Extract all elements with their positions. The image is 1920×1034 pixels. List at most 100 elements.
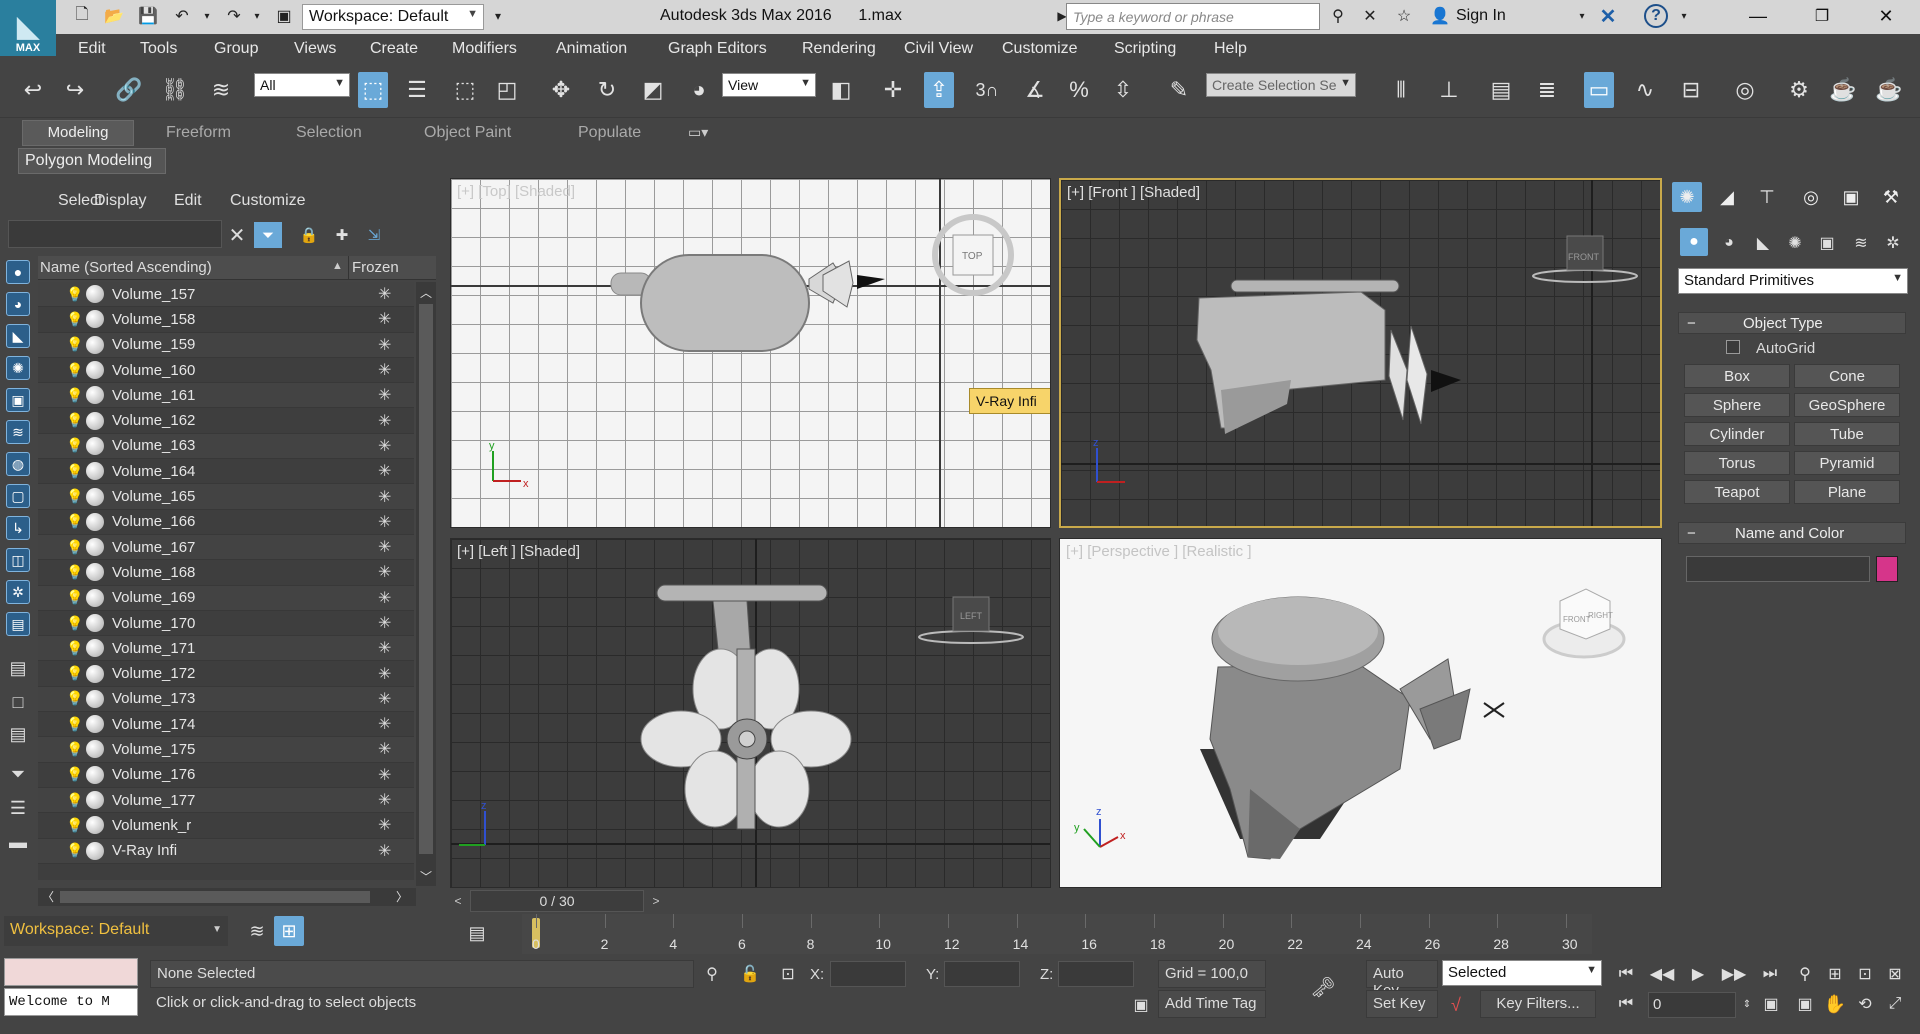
invert-display-icon[interactable]: □ — [6, 690, 30, 714]
frozen-snowflake-icon[interactable]: ✳ — [378, 739, 391, 759]
list-item[interactable]: 💡 Volume_159 ✳ — [38, 332, 414, 358]
frozen-snowflake-icon[interactable]: ✳ — [378, 284, 391, 304]
shapes-category-icon[interactable]: ◕ — [1716, 230, 1742, 256]
display-bones-icon[interactable]: ◫ — [6, 548, 30, 572]
list-item[interactable]: 💡 Volume_177 ✳ — [38, 787, 414, 814]
utilities-tab-icon[interactable]: ⚒ — [1876, 182, 1906, 212]
search-input[interactable]: Type a keyword or phrase — [1066, 3, 1320, 30]
auto-key-button[interactable]: Auto Key — [1366, 960, 1438, 999]
list-item[interactable]: 💡 Volume_162 ✳ — [38, 408, 414, 434]
display-none-icon[interactable]: ● — [6, 260, 30, 284]
layer-explorer-icon[interactable]: ≣ — [1532, 72, 1562, 108]
manipulate-icon[interactable]: ✛ — [878, 72, 908, 108]
menu-create[interactable]: Create — [370, 40, 418, 58]
time-slider[interactable]: 0 / 30 — [470, 890, 644, 912]
selection-filter-select[interactable]: All ▼ — [254, 73, 350, 97]
render-frame-window-icon[interactable]: ☕ — [1828, 72, 1858, 108]
next-frame-icon[interactable]: ▶▶ — [1720, 962, 1748, 986]
viewport-perspective[interactable]: [+] [Perspective ] [Realistic ] z x y FR… — [1059, 538, 1662, 888]
frozen-snowflake-icon[interactable]: ✳ — [378, 841, 391, 861]
ribbon-tab-freeform[interactable]: Freeform — [166, 124, 231, 142]
teapot-button[interactable]: Teapot — [1684, 480, 1790, 504]
create-tab-icon[interactable]: ✺ — [1672, 182, 1702, 212]
select-and-place-icon[interactable]: ◕ — [684, 72, 714, 108]
scroll-right-icon[interactable]: 〉 — [396, 888, 408, 905]
list-item[interactable]: 💡 Volume_175 ✳ — [38, 737, 414, 763]
lightbulb-icon[interactable]: 💡 — [66, 412, 84, 429]
menu-views[interactable]: Views — [294, 40, 336, 58]
modify-tab-icon[interactable]: ◢ — [1712, 182, 1742, 212]
toggle-ribbon-icon[interactable]: ▭ — [1584, 72, 1614, 108]
primitive-category-select[interactable]: Standard Primitives ▼ — [1678, 268, 1908, 294]
x-coord-field[interactable] — [830, 961, 906, 987]
list-item[interactable]: 💡 Volume_165 ✳ — [38, 484, 414, 510]
play-icon[interactable]: ▶ — [1684, 962, 1712, 986]
viewport-left[interactable]: [+] [Left ] [Shaded] z LEFT — [450, 538, 1051, 888]
select-children-icon[interactable]: ✚ — [330, 224, 354, 246]
list-item[interactable]: 💡 Volume_169 ✳ — [38, 585, 414, 611]
col-frozen-header[interactable]: Frozen — [352, 259, 399, 276]
bind-to-space-warp-icon[interactable]: ≋ — [206, 72, 236, 108]
explorer-menu-display[interactable]: Display — [94, 192, 146, 210]
lightbulb-icon[interactable]: 💡 — [66, 362, 84, 379]
lightbulb-icon[interactable]: 💡 — [66, 311, 84, 328]
list-item[interactable]: 💡 Volumenk_r ✳ — [38, 813, 414, 839]
lightbulb-icon[interactable]: 💡 — [66, 640, 84, 657]
unlink-selection-icon[interactable]: ⛓ — [160, 72, 190, 108]
explorer-horizontal-scrollbar[interactable]: 〈 〉 — [38, 888, 416, 906]
lightbulb-icon[interactable]: 💡 — [66, 665, 84, 682]
absolute-relative-toggle-icon[interactable]: ⊡ — [776, 962, 800, 986]
keyboard-shortcut-override-icon[interactable]: ⇪ — [924, 72, 954, 108]
lightbulb-icon[interactable]: 💡 — [66, 286, 84, 303]
default-in-out-tangent-icon[interactable]: √ — [1442, 992, 1470, 1018]
display-children-icon[interactable]: ▤ — [6, 722, 30, 746]
undo-icon[interactable]: ↩ — [18, 72, 48, 108]
time-configuration-icon[interactable]: ▣ — [1758, 992, 1784, 1016]
binoculars-icon[interactable]: ⚲ — [1326, 4, 1350, 28]
sphere-button[interactable]: Sphere — [1684, 393, 1790, 417]
display-frozen-icon[interactable]: ▤ — [6, 612, 30, 636]
curve-editor-icon[interactable]: ∿ — [1630, 72, 1660, 108]
zoom-icon[interactable]: ⚲ — [1792, 962, 1818, 986]
add-time-tag-button[interactable]: Add Time Tag — [1158, 990, 1266, 1018]
named-selection-set-select[interactable]: Create Selection Se ▼ — [1206, 73, 1356, 97]
frozen-snowflake-icon[interactable]: ✳ — [378, 360, 391, 380]
viewcube-top-label[interactable]: TOP — [962, 251, 982, 262]
frozen-snowflake-icon[interactable]: ✳ — [378, 512, 391, 532]
lightbulb-icon[interactable]: 💡 — [66, 792, 84, 809]
mini-curve-editor-icon[interactable]: ▤ — [462, 920, 492, 946]
display-cameras-icon[interactable]: ▣ — [6, 388, 30, 412]
scroll-down-icon[interactable]: ﹀ — [418, 868, 434, 885]
redo-dropdown-icon[interactable]: ▾ — [250, 4, 264, 28]
list-item[interactable]: 💡 Volume_170 ✳ — [38, 611, 414, 637]
y-coord-field[interactable] — [944, 961, 1020, 987]
track-bar[interactable]: 0 2 4 6 8 10 12 14 16 18 20 22 24 26 28 30 — [522, 914, 1592, 954]
frozen-snowflake-icon[interactable]: ✳ — [378, 689, 391, 709]
geosphere-button[interactable]: GeoSphere — [1794, 393, 1900, 417]
z-coord-field[interactable] — [1058, 961, 1134, 987]
filter-funnel-icon[interactable]: ⏷ — [254, 222, 282, 248]
frozen-snowflake-icon[interactable]: ✳ — [378, 461, 391, 481]
lightbulb-icon[interactable]: 💡 — [66, 387, 84, 404]
set-key-mode-key-icon[interactable]: 🗝 — [1306, 974, 1340, 1000]
list-item[interactable]: 💡 Volume_161 ✳ — [38, 383, 414, 409]
lightbulb-icon[interactable]: 💡 — [66, 842, 84, 859]
lightbulb-icon[interactable]: 💡 — [66, 741, 84, 758]
explorer-workspace-select[interactable]: Workspace: Default ▼ — [4, 916, 228, 946]
viewcube-front-label[interactable]: FRONT — [1568, 252, 1599, 262]
pyramid-button[interactable]: Pyramid — [1794, 451, 1900, 475]
explorer-menu-edit[interactable]: Edit — [174, 192, 202, 210]
cylinder-button[interactable]: Cylinder — [1684, 422, 1790, 446]
autogrid-checkbox[interactable] — [1726, 340, 1740, 354]
mirror-icon[interactable]: ⫴ — [1386, 72, 1416, 108]
zoom-all-icon[interactable]: ⊞ — [1822, 962, 1848, 986]
object-type-rollout[interactable]: − Object Type — [1678, 312, 1906, 334]
window-crossing-icon[interactable]: ◰ — [492, 72, 522, 108]
ribbon-tab-selection[interactable]: Selection — [296, 124, 362, 142]
hierarchy-tab-icon[interactable]: ⊤ — [1752, 182, 1782, 212]
zoom-extents-icon[interactable]: ⊡ — [1852, 962, 1878, 986]
list-item[interactable]: 💡 Volume_158 ✳ — [38, 307, 414, 333]
zoom-extents-all-icon[interactable]: ⊠ — [1882, 962, 1908, 986]
subscription-icon[interactable]: ✕ — [1358, 4, 1382, 28]
align-icon[interactable]: ⊥ — [1434, 72, 1464, 108]
